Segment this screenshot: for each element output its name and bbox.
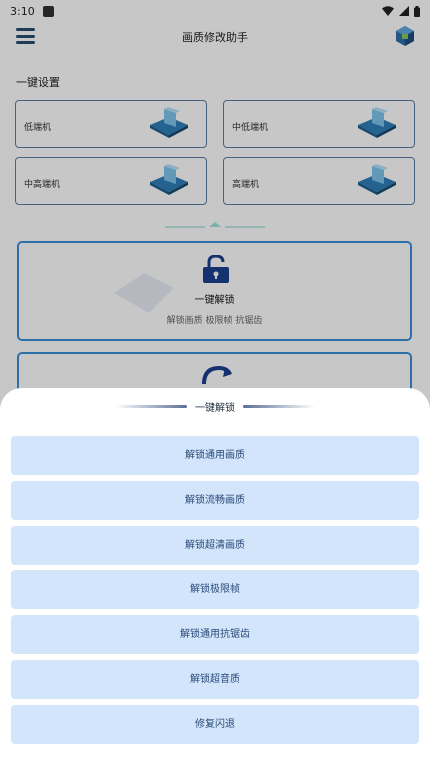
header-line-left — [115, 404, 187, 408]
option-list: 解锁通用画质 解锁流畅画质 解锁超清画质 解锁极限帧 解锁通用抗锯齿 解锁超音质… — [11, 436, 419, 750]
bottom-sheet: 一键解锁 解锁通用画质 解锁流畅画质 解锁超清画质 解锁极限帧 解锁通用抗锯齿 … — [0, 388, 430, 764]
unlock-smooth-quality-button[interactable]: 解锁流畅画质 — [11, 480, 419, 520]
unlock-general-quality-button[interactable]: 解锁通用画质 — [11, 436, 419, 475]
sheet-header: 一键解锁 — [0, 398, 430, 414]
fix-crash-button[interactable]: 修复闪退 — [11, 704, 419, 744]
sheet-title: 一键解锁 — [195, 402, 235, 414]
unlock-ultra-hd-quality-button[interactable]: 解锁超清画质 — [11, 525, 419, 565]
unlock-extreme-fps-button[interactable]: 解锁极限帧 — [11, 570, 419, 610]
unlock-super-audio-button[interactable]: 解锁超音质 — [11, 659, 419, 699]
header-line-right — [243, 404, 315, 408]
unlock-general-antialiasing-button[interactable]: 解锁通用抗锯齿 — [11, 615, 419, 655]
